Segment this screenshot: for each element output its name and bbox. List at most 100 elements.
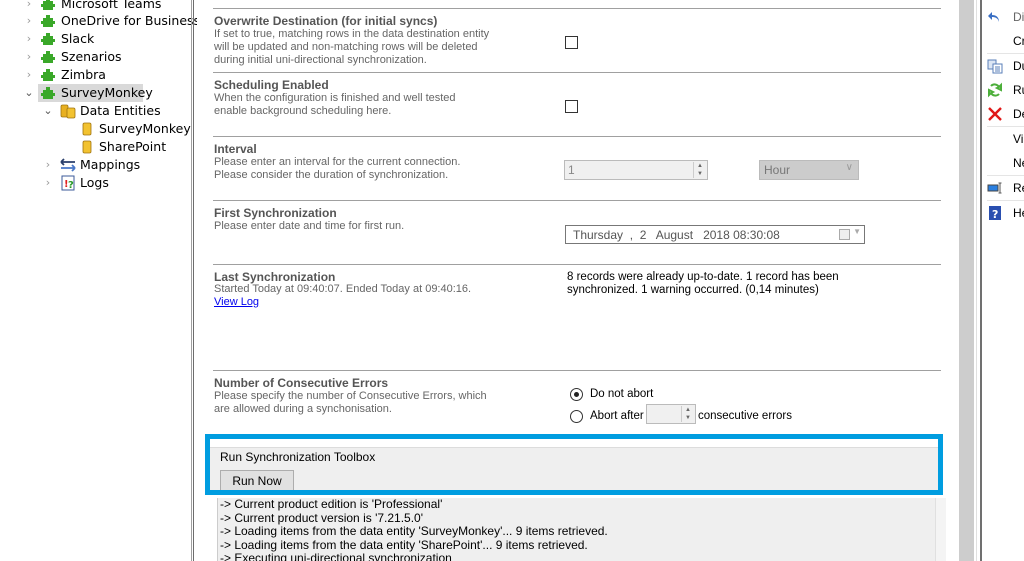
interval-unit-value: Hour: [764, 163, 791, 177]
last-sync-result: 8 records were already up-to-date. 1 rec…: [567, 271, 839, 283]
spin-up-icon[interactable]: ▲: [694, 162, 706, 170]
log-line: -> Loading items from the data entity 'S…: [220, 524, 608, 538]
setting-title: Interval: [214, 142, 257, 156]
spin-up-icon[interactable]: ▲: [682, 406, 694, 414]
tree-item-mappings[interactable]: › Mappings: [0, 156, 190, 174]
setting-description: Started Today at 09:40:07. Ended Today a…: [214, 283, 472, 295]
tree-item-szenarios[interactable]: › Szenarios: [0, 48, 190, 66]
puzzle-icon: [41, 87, 55, 99]
chevron-right-icon[interactable]: ›: [23, 48, 35, 66]
chevron-right-icon[interactable]: ›: [23, 12, 35, 30]
spinner-buttons: ▲ ▼: [693, 162, 706, 178]
scheduling-enabled-checkbox[interactable]: [565, 100, 578, 113]
spinner-buttons: ▲ ▼: [681, 406, 694, 422]
divider: [213, 72, 941, 73]
dropdown-arrow-icon[interactable]: ▼: [853, 227, 861, 236]
tree-item-logs[interactable]: › !? Logs: [0, 174, 190, 192]
divider: [987, 200, 1024, 201]
setting-title: Overwrite Destination (for initial syncs…: [214, 14, 438, 28]
tree-item-entity-surveymonkey[interactable]: SurveyMonkey: [0, 120, 191, 138]
action-view[interactable]: Vi: [982, 128, 1024, 150]
first-sync-datetime-picker[interactable]: Thursday , 2 August 2018 08:30:08 ▼: [565, 225, 865, 244]
svg-text:?: ?: [68, 180, 74, 191]
tree-item-entity-sharepoint[interactable]: SharePoint: [0, 138, 190, 156]
action-run[interactable]: Ru: [982, 79, 1024, 101]
setting-description: will be updated and non-matching rows wi…: [214, 41, 478, 53]
tree-item-slack[interactable]: › Slack: [0, 30, 190, 48]
sync-log[interactable]: -> Current product edition is 'Professio…: [217, 498, 936, 561]
database-icon: [82, 140, 92, 154]
setting-description: Please enter date and time for first run…: [214, 220, 405, 232]
setting-description: Please specify the number of Consecutive…: [214, 390, 487, 402]
view-log-link[interactable]: View Log: [214, 296, 259, 309]
divider: [987, 175, 1024, 176]
splitter-edge: [193, 0, 194, 561]
overwrite-destination-checkbox[interactable]: [565, 36, 578, 49]
splitter[interactable]: [191, 0, 192, 561]
consecutive-errors-suffix: consecutive errors: [698, 410, 792, 422]
datetime-value: Thursday , 2 August 2018 08:30:08: [573, 228, 780, 242]
database-icon: [82, 122, 92, 136]
navigation-tree: › Microsoft Teams › OneDrive for Busines…: [0, 0, 200, 561]
action-delete[interactable]: De: [982, 103, 1024, 125]
divider: [987, 126, 1024, 127]
chevron-down-icon[interactable]: ⌄: [42, 102, 54, 120]
calendar-icon[interactable]: [839, 229, 850, 240]
mappings-icon: [60, 158, 76, 172]
tree-item-zimbra[interactable]: › Zimbra: [0, 66, 190, 84]
delete-icon: [988, 107, 1002, 121]
spin-down-icon[interactable]: ▼: [682, 414, 694, 422]
scrollbar-edge: [976, 0, 977, 561]
setting-title: First Synchronization: [214, 206, 337, 220]
setting-description: Please enter an interval for the current…: [214, 156, 461, 168]
setting-description: Please consider the duration of synchron…: [214, 169, 449, 181]
settings-panel: Overwrite Destination (for initial syncs…: [197, 0, 959, 561]
tree-item-onedrive[interactable]: › OneDrive for Business: [0, 12, 200, 30]
chevron-right-icon[interactable]: ›: [42, 156, 54, 174]
interval-spinner[interactable]: 1 ▲ ▼: [564, 160, 708, 180]
puzzle-icon: [41, 15, 55, 27]
action-help[interactable]: ? He: [982, 202, 1024, 224]
divider: [213, 136, 941, 137]
abort-after-radio[interactable]: [570, 410, 583, 423]
setting-title: Scheduling Enabled: [214, 78, 329, 92]
action-new[interactable]: Ne: [982, 152, 1024, 174]
run-icon: [988, 82, 1002, 98]
do-not-abort-label[interactable]: Do not abort: [590, 388, 653, 401]
puzzle-icon: [41, 0, 55, 10]
action-duplicate[interactable]: Du: [982, 55, 1024, 77]
abort-after-label[interactable]: Abort after: [590, 410, 644, 423]
setting-description: are allowed during a synchonisation.: [214, 403, 392, 415]
chevron-right-icon[interactable]: ›: [23, 66, 35, 84]
log-line: -> Executing uni-directional synchroniza…: [220, 551, 452, 561]
action-rename[interactable]: Re: [982, 177, 1024, 199]
log-scrollbar[interactable]: [935, 498, 946, 561]
action-discard[interactable]: Di: [982, 6, 1024, 28]
abort-after-spinner[interactable]: ▲ ▼: [646, 404, 696, 424]
divider: [213, 8, 941, 9]
help-icon: ?: [989, 206, 1001, 221]
chevron-down-icon[interactable]: ⌄: [23, 84, 35, 102]
last-sync-result: synchronized. 1 warning occurred. (0,14 …: [567, 284, 819, 296]
divider: [987, 53, 1024, 54]
interval-unit-select[interactable]: Hour ∨: [759, 160, 859, 180]
main-scrollbar[interactable]: [959, 0, 974, 561]
actions-panel: Di Cr Du Ru De Vi Ne Re ? He: [982, 0, 1024, 561]
tree-item-surveymonkey[interactable]: ⌄ SurveyMonkey: [0, 84, 190, 102]
setting-description: When the configuration is finished and w…: [214, 92, 456, 104]
setting-description: enable background scheduling here.: [214, 105, 392, 117]
svg-text:?: ?: [992, 208, 998, 221]
chevron-right-icon[interactable]: ›: [42, 174, 54, 192]
action-create[interactable]: Cr: [982, 30, 1024, 52]
toolbox-highlight-frame: [205, 434, 943, 495]
setting-title: Last Synchronization: [214, 270, 336, 284]
puzzle-icon: [41, 69, 55, 81]
spin-down-icon[interactable]: ▼: [694, 170, 706, 178]
do-not-abort-radio[interactable]: [570, 388, 583, 401]
database-folder-icon: [60, 104, 76, 119]
undo-icon: [988, 12, 999, 22]
setting-description: If set to true, matching rows in the dat…: [214, 28, 490, 40]
chevron-right-icon[interactable]: ›: [23, 30, 35, 48]
tree-item-data-entities[interactable]: ⌄ Data Entities: [0, 102, 190, 120]
chevron-down-icon: ∨: [845, 162, 853, 173]
